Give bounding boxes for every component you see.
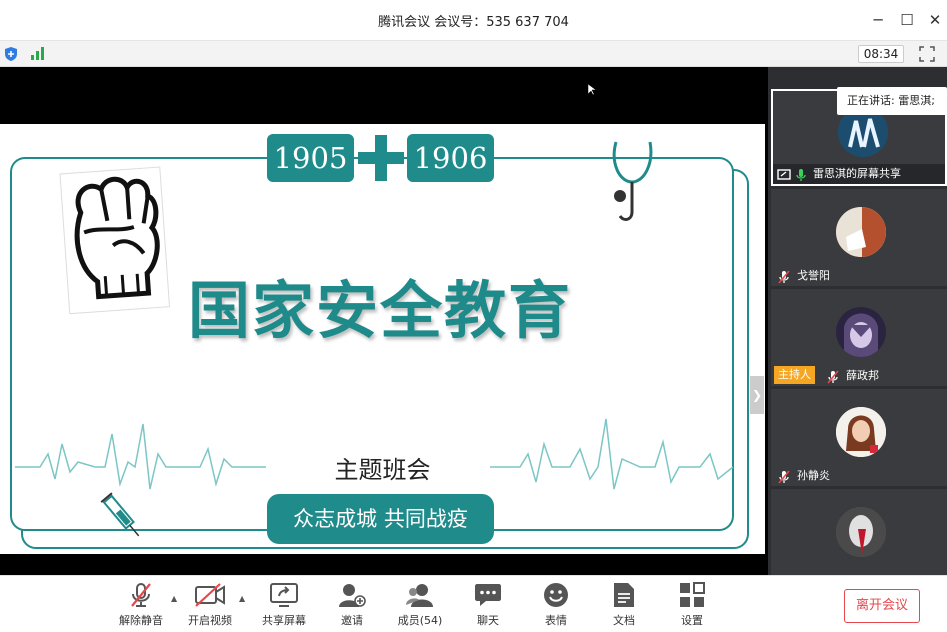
members-label: 成员(54) xyxy=(397,614,443,627)
plus-icon xyxy=(358,135,404,181)
meeting-toolbar: 解除静音 ▲ 开启视频 ▲ 共享屏幕 邀请 成员(54) 聊天 表情 文档 设置… xyxy=(0,575,947,632)
video-options-caret-icon[interactable]: ▲ xyxy=(239,594,245,603)
slide-title: 国家安全教育 xyxy=(188,274,573,347)
participant-name: 戈誉阳 xyxy=(797,269,830,282)
microphone-muted-icon xyxy=(778,269,792,284)
camera-off-icon xyxy=(195,583,225,607)
chevron-right-icon: ❯ xyxy=(751,388,763,402)
chat-button[interactable]: 聊天 xyxy=(458,582,518,632)
emoji-label: 表情 xyxy=(545,614,567,627)
avatar xyxy=(836,307,886,357)
close-button[interactable]: ✕ xyxy=(925,10,945,30)
leave-meeting-button[interactable]: 离开会议 xyxy=(844,589,920,623)
avatar xyxy=(836,507,886,557)
share-screen-button[interactable]: 共享屏幕 xyxy=(254,582,314,632)
emoji-button[interactable]: 表情 xyxy=(526,582,586,632)
cursor-icon xyxy=(587,81,597,100)
settings-button[interactable]: 设置 xyxy=(662,582,722,632)
unmute-label: 解除静音 xyxy=(119,614,163,627)
avatar xyxy=(836,407,886,457)
microphone-muted-icon xyxy=(827,369,841,384)
microphone-muted-icon xyxy=(778,469,792,484)
microphone-muted-icon xyxy=(131,583,151,607)
participant-name: 雷思淇的屏幕共享 xyxy=(813,167,901,180)
title-bar: 腾讯会议 会议号：535 637 704 ─ ☐ ✕ xyxy=(0,0,947,41)
members-icon xyxy=(406,584,433,607)
docs-label: 文档 xyxy=(613,614,635,627)
grid-settings-icon xyxy=(680,582,705,607)
speaking-indicator: 正在讲话: 雷思淇; xyxy=(837,87,947,115)
next-slide-arrow[interactable]: ❯ xyxy=(750,376,764,414)
share-screen-icon xyxy=(270,583,298,607)
invite-button[interactable]: 邀请 xyxy=(322,582,382,632)
shield-icon[interactable] xyxy=(4,46,18,66)
shared-screen-stage: 1905 1906 国家安全教育 主题班会 众志成城 共同战疫 ❯ xyxy=(0,67,768,575)
status-bar: 08:34 xyxy=(0,41,947,67)
audio-options-caret-icon[interactable]: ▲ xyxy=(171,594,177,603)
window-title: 腾讯会议 会议号：535 637 704 xyxy=(378,15,569,30)
fullscreen-icon[interactable] xyxy=(919,46,935,66)
settings-label: 设置 xyxy=(681,614,703,627)
presentation-slide: 1905 1906 国家安全教育 主题班会 众志成城 共同战疫 ❯ xyxy=(0,124,765,554)
start-video-label: 开启视频 xyxy=(188,614,232,627)
minimize-button[interactable]: ─ xyxy=(868,10,888,30)
video-tile-participant[interactable]: 主持人 薛政邦 xyxy=(771,289,947,386)
add-user-icon xyxy=(339,584,366,607)
smiley-icon xyxy=(544,583,568,607)
invite-label: 邀请 xyxy=(341,614,363,627)
slide-subtitle: 主题班会 xyxy=(334,456,431,484)
members-button[interactable]: 成员(54) xyxy=(390,582,450,632)
participant-name: 孙静炎 xyxy=(797,469,830,482)
meeting-timer: 08:34 xyxy=(858,45,904,63)
chat-icon xyxy=(475,584,501,606)
participant-name: 薛政邦 xyxy=(846,369,879,382)
unmute-button[interactable]: 解除静音 xyxy=(111,582,171,632)
start-video-button[interactable]: 开启视频 xyxy=(180,582,240,632)
year-left-badge: 1905 xyxy=(267,134,354,182)
microphone-icon xyxy=(795,167,809,181)
document-icon xyxy=(614,583,634,607)
screen-share-icon xyxy=(777,167,791,181)
avatar xyxy=(836,207,886,257)
docs-button[interactable]: 文档 xyxy=(594,582,654,632)
year-right-badge: 1906 xyxy=(407,134,494,182)
slide-slogan: 众志成城 共同战疫 xyxy=(267,494,494,544)
video-tile-participant[interactable]: 孙静炎 xyxy=(771,389,947,486)
chat-label: 聊天 xyxy=(477,614,499,627)
video-tile-participant[interactable]: 戈誉阳 xyxy=(771,189,947,286)
signal-icon[interactable] xyxy=(30,46,46,65)
maximize-button[interactable]: ☐ xyxy=(897,10,917,30)
host-badge: 主持人 xyxy=(774,366,815,384)
participant-video-panel: 雷思淇的屏幕共享 戈誉阳 主持人 薛政邦 孙静炎 xyxy=(768,67,947,575)
share-screen-label: 共享屏幕 xyxy=(262,614,306,627)
video-tile-participant[interactable] xyxy=(771,489,947,575)
